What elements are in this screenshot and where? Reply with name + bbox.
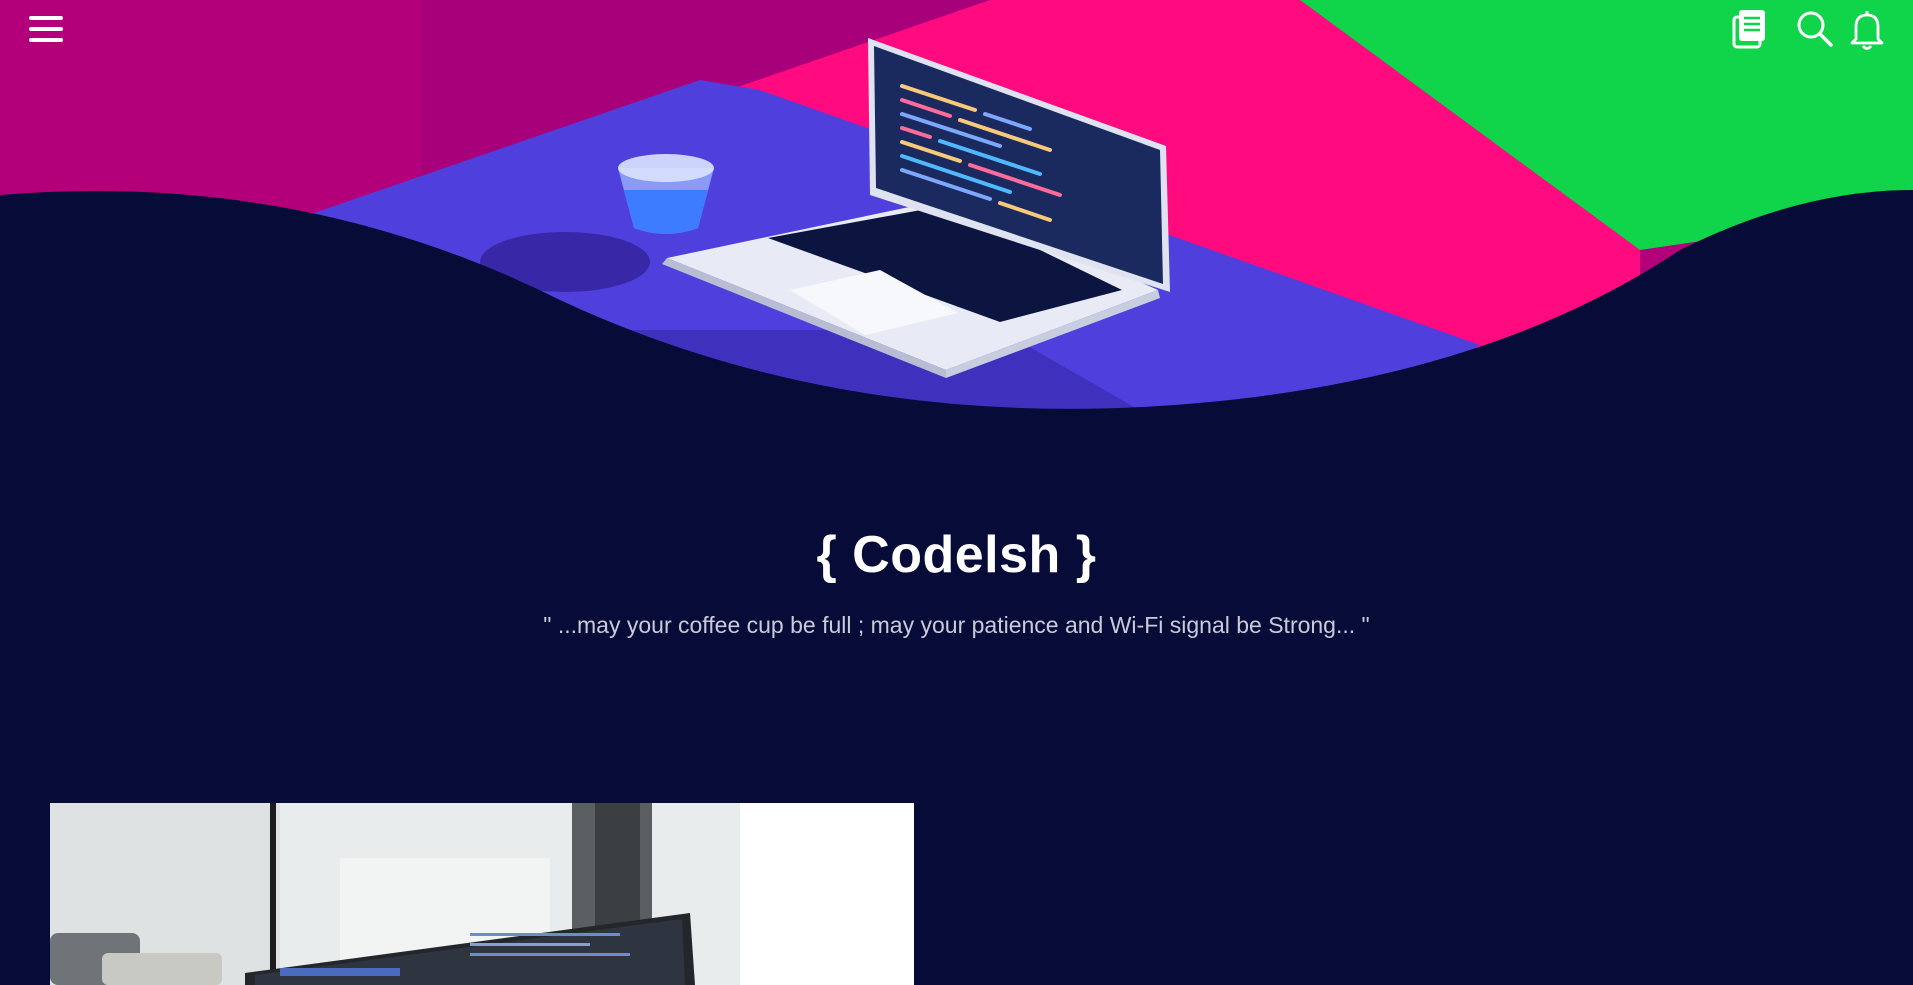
books-icon[interactable] <box>1727 6 1771 52</box>
site-title: { Codelsh } <box>816 526 1097 584</box>
search-icon[interactable] <box>1793 6 1837 52</box>
bell-icon[interactable] <box>1845 6 1889 52</box>
menu-line <box>29 16 63 20</box>
menu-line <box>29 38 63 42</box>
top-bar <box>0 0 1913 60</box>
workspace-photo <box>50 803 914 985</box>
hamburger-menu-icon[interactable] <box>28 14 66 44</box>
post-thumbnail[interactable] <box>50 803 914 985</box>
site-tagline: " ...may your coffee cup be full ; may y… <box>543 612 1370 638</box>
hero-illustration <box>0 0 1913 445</box>
menu-line <box>29 27 63 31</box>
page: { Codelsh } " ...may your coffee cup be … <box>0 0 1913 985</box>
